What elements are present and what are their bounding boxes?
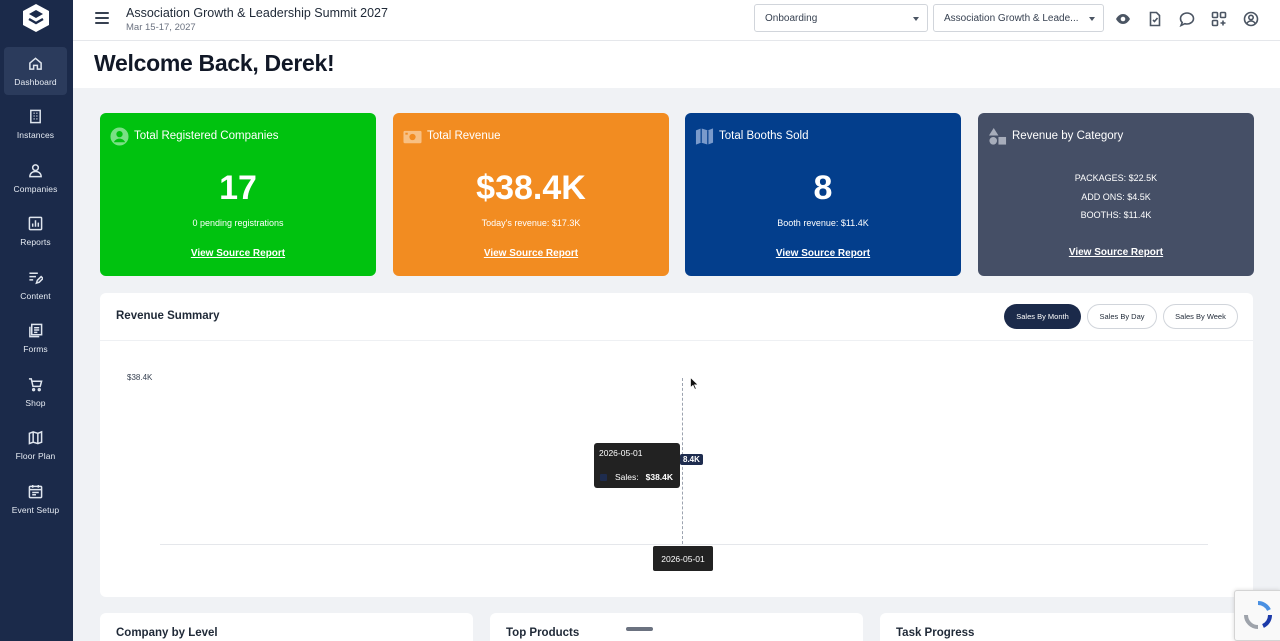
hamburger-menu-icon[interactable] xyxy=(95,12,109,26)
panel-title: Company by Level xyxy=(116,627,218,639)
panel-title: Top Products xyxy=(506,627,580,639)
sales-by-month-button[interactable]: Sales By Month xyxy=(1004,304,1081,329)
welcome-band: Welcome Back, Derek! xyxy=(73,41,1280,88)
stage-select-value: Onboarding xyxy=(765,13,818,24)
recaptcha-badge[interactable] xyxy=(1234,590,1280,641)
preview-eye-icon[interactable] xyxy=(1115,11,1131,27)
view-source-report-link[interactable]: View Source Report xyxy=(100,248,376,259)
sidebar-item-reports[interactable]: Reports xyxy=(4,208,67,256)
sidebar-item-instances[interactable]: Instances xyxy=(4,101,67,149)
sidebar-item-label: Event Setup xyxy=(11,504,60,515)
user-circle-icon xyxy=(110,127,129,146)
edit-list-icon xyxy=(29,272,43,284)
task-progress-panel: Task Progress xyxy=(880,613,1253,641)
card-value: 17 xyxy=(219,169,257,207)
top-products-panel: Top Products xyxy=(490,613,863,641)
tooltip-value: $38.4K xyxy=(645,472,674,482)
chevron-down-icon xyxy=(913,17,919,21)
stage-select[interactable]: Onboarding xyxy=(754,4,928,32)
panel-divider xyxy=(100,340,1253,341)
event-select-value: Association Growth & Leade... xyxy=(944,13,1079,24)
sidebar-item-dashboard[interactable]: Dashboard xyxy=(4,47,67,95)
card-value: $38.4K xyxy=(476,169,586,207)
card-value: 8 xyxy=(813,169,833,207)
series-swatch xyxy=(600,473,607,481)
sidebar-item-label: Forms xyxy=(23,344,48,354)
chart-baseline xyxy=(160,544,1208,545)
category-breakdown: PACKAGES: $22.5K ADD ONS: $4.5K BOOTHS: … xyxy=(978,169,1254,225)
sidebar-item-label: Instances xyxy=(16,130,55,140)
tooltip-date: 2026-05-01 xyxy=(599,448,643,458)
document-icon[interactable] xyxy=(1147,11,1163,27)
sidebar-item-floor-plan[interactable]: Floor Plan xyxy=(4,422,67,470)
card-subtext: Booth revenue: $11.4K xyxy=(777,218,869,228)
map-icon xyxy=(695,128,714,145)
chart-tooltip: 2026-05-01 Sales: $38.4K xyxy=(594,443,680,488)
user-account-icon[interactable] xyxy=(1243,11,1259,27)
card-title: Total Registered Companies xyxy=(134,130,279,142)
data-point-label: 8.4K xyxy=(680,454,703,465)
category-add-ons: ADD ONS: $4.5K xyxy=(1081,191,1151,202)
calendar-icon xyxy=(28,484,43,498)
event-title: Association Growth & Leadership Summit 2… xyxy=(126,6,388,20)
card-total-revenue: Total Revenue $38.4K Today's revenue: $1… xyxy=(393,113,669,276)
view-source-report-link[interactable]: View Source Report xyxy=(393,248,669,259)
event-date: Mar 15-17, 2027 xyxy=(126,22,196,33)
category-booths: BOOTHS: $11.4K xyxy=(1080,210,1152,220)
sidebar-item-label: Content xyxy=(20,290,51,301)
y-axis-tick-label: $38.4K xyxy=(127,373,153,382)
sales-by-week-button[interactable]: Sales By Week xyxy=(1163,304,1238,329)
bar-chart-icon xyxy=(28,216,43,231)
card-revenue-by-category: Revenue by Category PACKAGES: $22.5K ADD… xyxy=(978,113,1254,276)
x-axis-tick-label: 2026-05-01 xyxy=(653,546,713,571)
revenue-summary-panel: Revenue Summary Sales By Month Sales By … xyxy=(100,293,1253,597)
sidebar-item-label: Reports xyxy=(20,237,51,247)
sales-by-day-button[interactable]: Sales By Day xyxy=(1087,304,1157,329)
shapes-icon xyxy=(988,127,1007,145)
card-title: Revenue by Category xyxy=(1012,130,1124,142)
category-packages: PACKAGES: $22.5K xyxy=(1074,173,1158,183)
card-title: Total Revenue xyxy=(427,130,501,142)
sidebar: Dashboard Instances Companies Reports Co… xyxy=(0,0,73,641)
sidebar-item-companies[interactable]: Companies xyxy=(4,154,67,202)
money-bill-icon xyxy=(403,130,422,144)
drag-handle[interactable] xyxy=(626,627,653,631)
app-logo-icon[interactable] xyxy=(22,3,50,33)
forms-icon xyxy=(29,323,43,338)
card-total-booths-sold: Total Booths Sold 8 Booth revenue: $11.4… xyxy=(685,113,961,276)
mouse-cursor-icon xyxy=(690,377,699,390)
sidebar-item-label: Companies xyxy=(13,183,58,194)
sidebar-nav: Dashboard Instances Companies Reports Co… xyxy=(4,47,67,529)
card-subtext: Today's revenue: $17.3K xyxy=(481,218,581,228)
cart-icon xyxy=(28,377,43,391)
chat-icon[interactable] xyxy=(1179,11,1195,28)
view-source-report-link[interactable]: View Source Report xyxy=(978,247,1254,258)
sidebar-item-event-setup[interactable]: Event Setup xyxy=(4,475,67,523)
tooltip-row: Sales: $38.4K xyxy=(600,472,673,482)
card-total-registered-companies: Total Registered Companies 17 0 pending … xyxy=(100,113,376,276)
home-icon xyxy=(29,56,42,70)
view-source-report-link[interactable]: View Source Report xyxy=(685,248,961,259)
apps-grid-icon[interactable] xyxy=(1211,11,1227,27)
welcome-heading: Welcome Back, Derek! xyxy=(94,50,335,76)
panel-title: Task Progress xyxy=(896,627,975,639)
card-subtext: 0 pending registrations xyxy=(192,218,284,228)
chevron-down-icon xyxy=(1089,17,1095,21)
sidebar-item-content[interactable]: Content xyxy=(4,261,67,309)
revenue-summary-title: Revenue Summary xyxy=(116,310,220,322)
sidebar-item-shop[interactable]: Shop xyxy=(4,368,67,416)
building-icon xyxy=(30,109,41,124)
company-by-level-panel: Company by Level xyxy=(100,613,473,641)
map-icon xyxy=(28,430,43,445)
tooltip-series-name: Sales: xyxy=(615,472,639,482)
top-header: Association Growth & Leadership Summit 2… xyxy=(73,0,1280,41)
sidebar-item-forms[interactable]: Forms xyxy=(4,315,67,363)
card-title: Total Booths Sold xyxy=(719,130,809,142)
event-select[interactable]: Association Growth & Leade... xyxy=(933,4,1104,32)
sidebar-item-label: Dashboard xyxy=(14,76,57,87)
sidebar-item-label: Floor Plan xyxy=(15,451,56,461)
recaptcha-icon xyxy=(1244,600,1273,629)
users-icon xyxy=(29,163,42,177)
sidebar-item-label: Shop xyxy=(25,397,46,408)
